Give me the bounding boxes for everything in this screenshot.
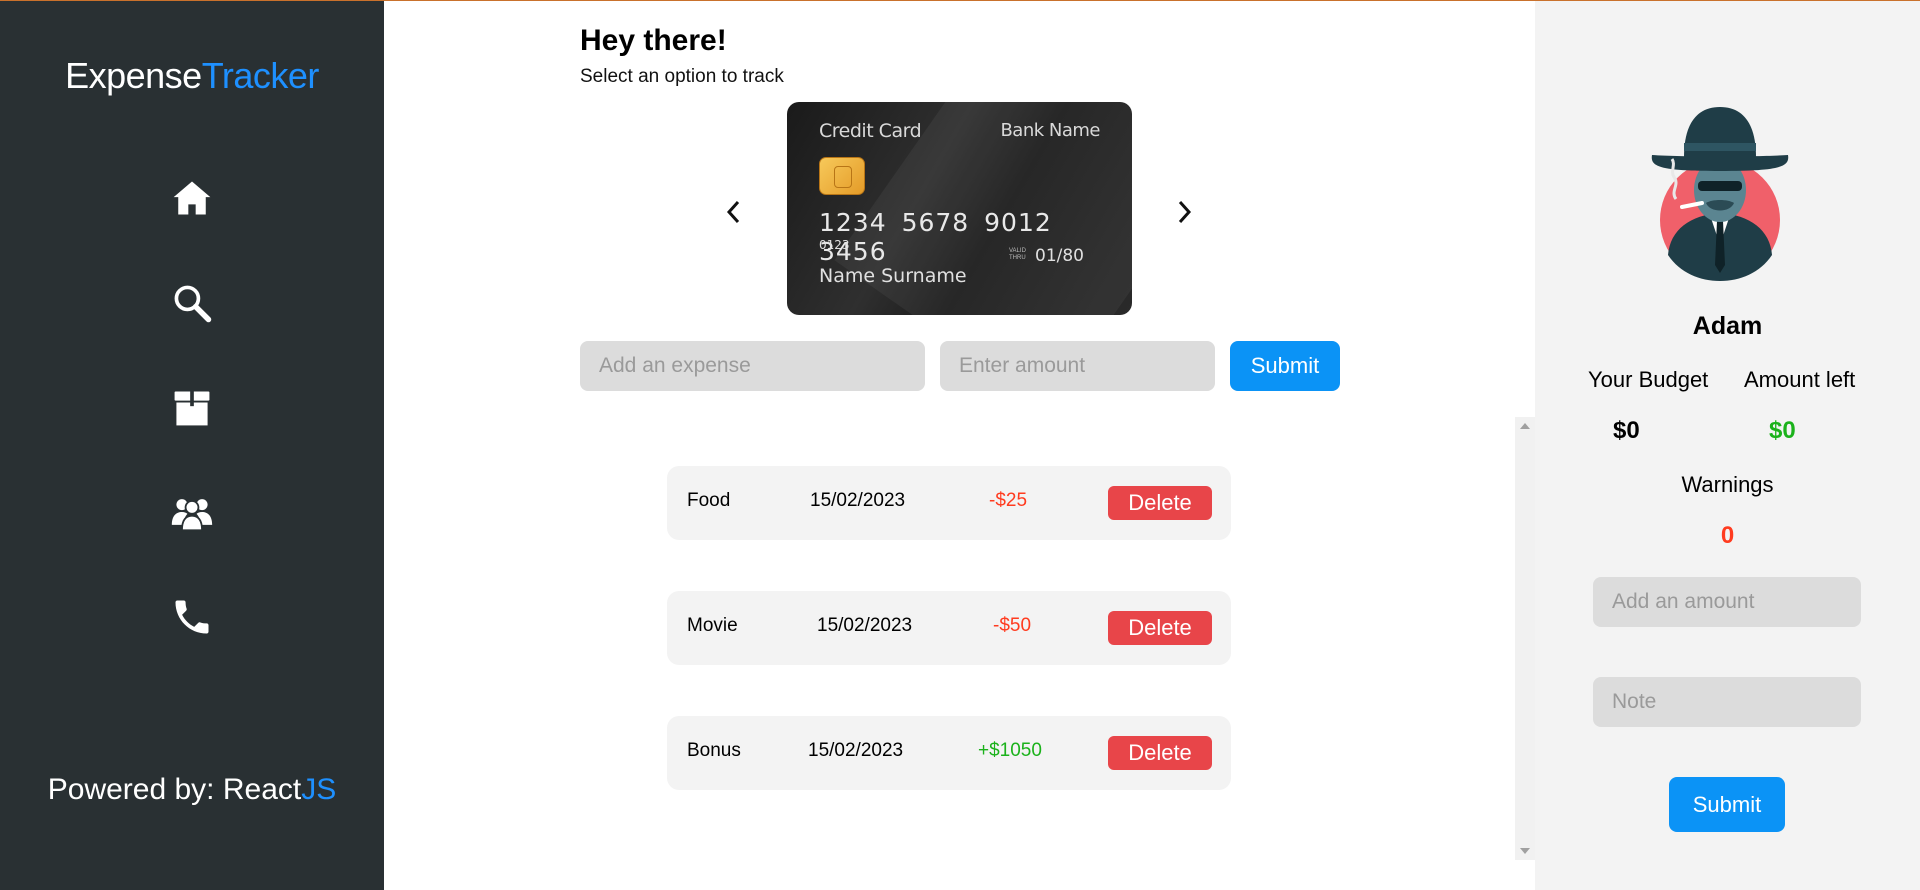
card-bank-name: Bank Name <box>1000 120 1100 141</box>
scroll-down-arrow-icon[interactable] <box>1520 848 1530 854</box>
credit-card[interactable]: Credit Card Bank Name 1234 5678 9012 345… <box>787 102 1132 315</box>
delete-button[interactable]: Delete <box>1108 611 1212 645</box>
note-input[interactable] <box>1593 677 1861 727</box>
phone-icon <box>175 600 209 634</box>
transaction-row: Bonus 15/02/2023 +$1050 Delete <box>667 716 1231 790</box>
card-type: Credit Card <box>819 120 922 142</box>
user-avatar <box>1651 107 1789 281</box>
box-icon <box>174 391 210 426</box>
transaction-date: 15/02/2023 <box>810 490 906 511</box>
amount-input[interactable] <box>940 341 1215 391</box>
user-name: Adam <box>1692 312 1763 340</box>
budget-amount-input[interactable] <box>1593 577 1861 627</box>
warnings-value: 0 <box>1720 522 1735 549</box>
sidebar-item-search[interactable] <box>162 273 222 333</box>
delete-button[interactable]: Delete <box>1108 736 1212 770</box>
page-title: Hey there! <box>580 24 727 57</box>
card-valid-label: VALID THRU <box>1009 248 1026 261</box>
profile-panel: Adam Your Budget Amount left $0 $0 Warni… <box>1535 0 1920 890</box>
amount-left-label: Amount left <box>1744 367 1856 392</box>
carousel-prev-button[interactable] <box>714 192 754 232</box>
sidebar-item-contact[interactable] <box>162 587 222 647</box>
powered-by: Powered by: ReactJS <box>0 773 384 807</box>
page-subtitle: Select an option to track <box>580 66 784 87</box>
sidebar-item-archive[interactable] <box>162 378 222 438</box>
brand-text-main: Expense <box>65 55 202 96</box>
main-content: Hey there! Select an option to track Cre… <box>384 0 1535 890</box>
scroll-up-arrow-icon[interactable] <box>1520 423 1530 429</box>
brand-text-accent: Tracker <box>201 55 320 96</box>
powered-by-text: Powered by: React <box>47 773 302 806</box>
card-small-number: 0123 <box>819 238 850 252</box>
transaction-amount: +$1050 <box>978 740 1042 761</box>
delete-button[interactable]: Delete <box>1108 486 1212 520</box>
chevron-right-icon <box>1178 200 1192 224</box>
warnings-label: Warnings <box>1681 472 1774 497</box>
search-icon <box>174 285 212 323</box>
sidebar: ExpenseTracker Powered by: ReactJS <box>0 0 384 890</box>
card-number: 1234 5678 9012 3456 <box>819 208 1052 266</box>
transaction-description: Movie <box>687 615 738 636</box>
card-valid-date: 01/80 <box>1035 246 1084 266</box>
transaction-date: 15/02/2023 <box>817 615 913 636</box>
transaction-description: Food <box>687 490 731 511</box>
carousel-next-button[interactable] <box>1164 192 1204 232</box>
transaction-row: Food 15/02/2023 -$25 Delete <box>667 466 1231 540</box>
users-icon <box>171 499 213 532</box>
home-icon <box>173 181 211 215</box>
top-border <box>0 0 1920 1</box>
transaction-amount: -$25 <box>989 490 1028 511</box>
expense-input[interactable] <box>580 341 925 391</box>
submit-budget-button[interactable]: Submit <box>1669 777 1785 832</box>
transaction-row: Movie 15/02/2023 -$50 Delete <box>667 591 1231 665</box>
powered-by-accent: JS <box>301 773 337 806</box>
app-logo: ExpenseTracker <box>0 55 384 97</box>
sidebar-item-users[interactable] <box>162 482 222 542</box>
transaction-amount: -$50 <box>993 615 1032 636</box>
submit-expense-button[interactable]: Submit <box>1230 341 1340 391</box>
chevron-left-icon <box>726 200 740 224</box>
amount-left-value: $0 <box>1769 417 1796 444</box>
transaction-date: 15/02/2023 <box>808 740 904 761</box>
budget-label: Your Budget <box>1588 367 1709 392</box>
scrollbar[interactable] <box>1515 417 1535 860</box>
card-chip-icon <box>819 157 865 195</box>
card-holder-name: Name Surname <box>819 265 967 287</box>
budget-value: $0 <box>1613 417 1640 444</box>
sidebar-item-home[interactable] <box>162 168 222 228</box>
transaction-description: Bonus <box>687 740 741 761</box>
